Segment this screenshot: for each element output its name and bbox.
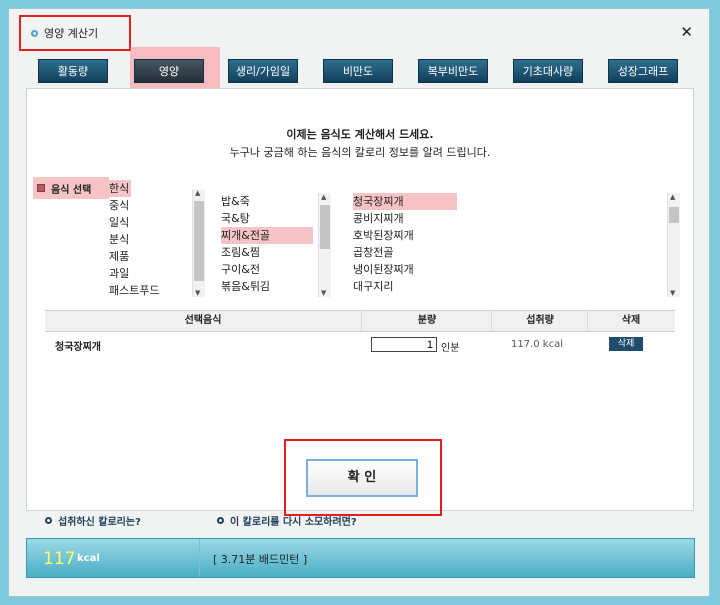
dish-scrollbar[interactable]: ▲ ▼ — [667, 193, 680, 297]
intro: 이제는 음식도 계산해서 드세요. 누구나 궁금해 하는 음식의 칼로리 정보를… — [27, 126, 693, 160]
scroll-up-icon[interactable]: ▲ — [670, 193, 675, 201]
list-item[interactable]: 곱창전골 — [353, 244, 457, 261]
list-item[interactable]: 콩비지찌개 — [353, 210, 457, 227]
list-item[interactable]: 볶음&튀김 — [221, 278, 313, 295]
tab-basal-metabolism[interactable]: 기초대사량 — [513, 59, 583, 83]
list-item[interactable]: 찌개&전골 — [221, 227, 313, 244]
list-item[interactable]: 국&탕 — [221, 210, 313, 227]
confirm-annotation-box: 확 인 — [284, 439, 442, 516]
title-annotation-box: 영양 계산기 — [19, 15, 131, 51]
delete-button[interactable]: 삭제 — [609, 337, 643, 351]
food-select-label: 음식 선택 — [33, 177, 109, 199]
food-select-text: 음식 선택 — [51, 184, 92, 196]
intro-subline: 누구나 궁금해 하는 음식의 칼로리 정보를 알려 드립니다. — [229, 146, 491, 159]
circle-icon — [31, 29, 38, 37]
scroll-down-icon[interactable]: ▼ — [321, 289, 326, 297]
calorie-intake-text: 섭취하신 칼로리는? — [58, 517, 141, 528]
row-unit: 인분 — [441, 343, 460, 354]
col-qty: 분량 — [361, 311, 492, 331]
scroll-thumb[interactable] — [320, 205, 330, 249]
col-food: 선택음식 — [184, 315, 222, 326]
cuisine-scrollbar[interactable]: ▲ ▼ — [192, 189, 205, 297]
circle-icon — [45, 517, 52, 524]
list-item[interactable]: 중식 — [109, 197, 179, 214]
scroll-down-icon[interactable]: ▼ — [195, 289, 200, 297]
cuisine-list[interactable]: 한식 중식 일식 분식 제품 과일 패스트푸드 — [109, 180, 179, 298]
tab-activity[interactable]: 활동량 — [38, 59, 108, 83]
nutrition-panel: 이제는 음식도 계산해서 드세요. 누구나 궁금해 하는 음식의 칼로리 정보를… — [26, 88, 694, 516]
list-item[interactable]: 밥&죽 — [221, 193, 313, 210]
scroll-up-icon[interactable]: ▲ — [195, 189, 200, 197]
burn-calories-link[interactable]: 이 칼로리를 다시 소모하려면? — [217, 513, 357, 528]
scroll-thumb[interactable] — [194, 201, 204, 281]
list-item[interactable]: 조림&찜 — [221, 244, 313, 261]
scroll-up-icon[interactable]: ▲ — [321, 193, 326, 201]
kcal-unit: kcal — [77, 553, 100, 564]
list-item[interactable]: 호박된장찌개 — [353, 227, 457, 244]
selected-food-table-header: 선택음식 분량 섭취량 삭제 — [45, 310, 675, 332]
tab-abdominal-obesity[interactable]: 복부비만도 — [418, 59, 488, 83]
table-row: 청국장찌개 인분 117.0 kcal 삭제 — [45, 335, 675, 357]
square-bullet-icon — [37, 184, 45, 192]
list-item[interactable]: 구이&전 — [221, 261, 313, 278]
list-item[interactable]: 과일 — [109, 265, 179, 282]
close-button[interactable]: ✕ — [680, 23, 693, 41]
tab-nutrition[interactable]: 영양 — [134, 59, 204, 83]
calorie-intake-link[interactable]: 섭취하신 칼로리는? — [45, 513, 141, 528]
col-kcal: 섭취량 — [491, 311, 588, 331]
burn-calories-text: 이 칼로리를 다시 소모하려면? — [230, 517, 357, 528]
list-item[interactable]: 제품 — [109, 248, 179, 265]
tab-growth-graph[interactable]: 성장그래프 — [608, 59, 678, 83]
tab-bar: 활동량 영양 생리/가임일 비만도 복부비만도 기초대사량 성장그래프 — [9, 59, 709, 89]
category-scrollbar[interactable]: ▲ ▼ — [318, 193, 331, 297]
list-item[interactable]: 일식 — [109, 214, 179, 231]
window-title: 영양 계산기 — [44, 27, 99, 40]
confirm-button[interactable]: 확 인 — [306, 459, 418, 497]
scroll-thumb[interactable] — [669, 207, 679, 223]
kcal-summary: 117 kcal — [27, 539, 200, 577]
row-food: 청국장찌개 — [55, 342, 101, 353]
nutrition-calculator-window: 영양 계산기 ✕ 활동량 영양 생리/가임일 비만도 복부비만도 기초대사량 성… — [8, 8, 710, 597]
category-list[interactable]: 밥&죽 국&탕 찌개&전골 조림&찜 구이&전 볶음&튀김 — [221, 193, 313, 299]
list-item[interactable]: 냉이된장찌개 — [353, 261, 457, 278]
footer-links: 섭취하신 칼로리는? 이 칼로리를 다시 소모하려면? — [9, 513, 709, 529]
circle-icon — [217, 517, 224, 524]
intro-headline: 이제는 음식도 계산해서 드세요. — [286, 128, 434, 141]
list-item[interactable]: 패스트푸드 — [109, 282, 179, 298]
titlebar: 영양 계산기 ✕ — [9, 9, 709, 53]
dish-list[interactable]: 청국장찌개 콩비지찌개 호박된장찌개 곱창전골 냉이된장찌개 대구지리 — [353, 193, 457, 299]
list-item[interactable]: 분식 — [109, 231, 179, 248]
quantity-input[interactable] — [371, 337, 437, 352]
list-item[interactable]: 한식 — [109, 180, 131, 197]
tab-obesity[interactable]: 비만도 — [323, 59, 393, 83]
list-item[interactable]: 청국장찌개 — [353, 193, 457, 210]
burn-result-text: [ 3.71분 배드민턴 ] — [213, 553, 308, 566]
kcal-value: 117 — [43, 549, 76, 569]
row-kcal: 117.0 kcal — [511, 339, 564, 350]
list-item[interactable]: 대구지리 — [353, 278, 457, 295]
tab-menstrual[interactable]: 생리/가임일 — [228, 59, 298, 83]
col-del: 삭제 — [587, 311, 674, 331]
scroll-down-icon[interactable]: ▼ — [670, 289, 675, 297]
result-bar: 117 kcal [ 3.71분 배드민턴 ] — [26, 538, 695, 578]
